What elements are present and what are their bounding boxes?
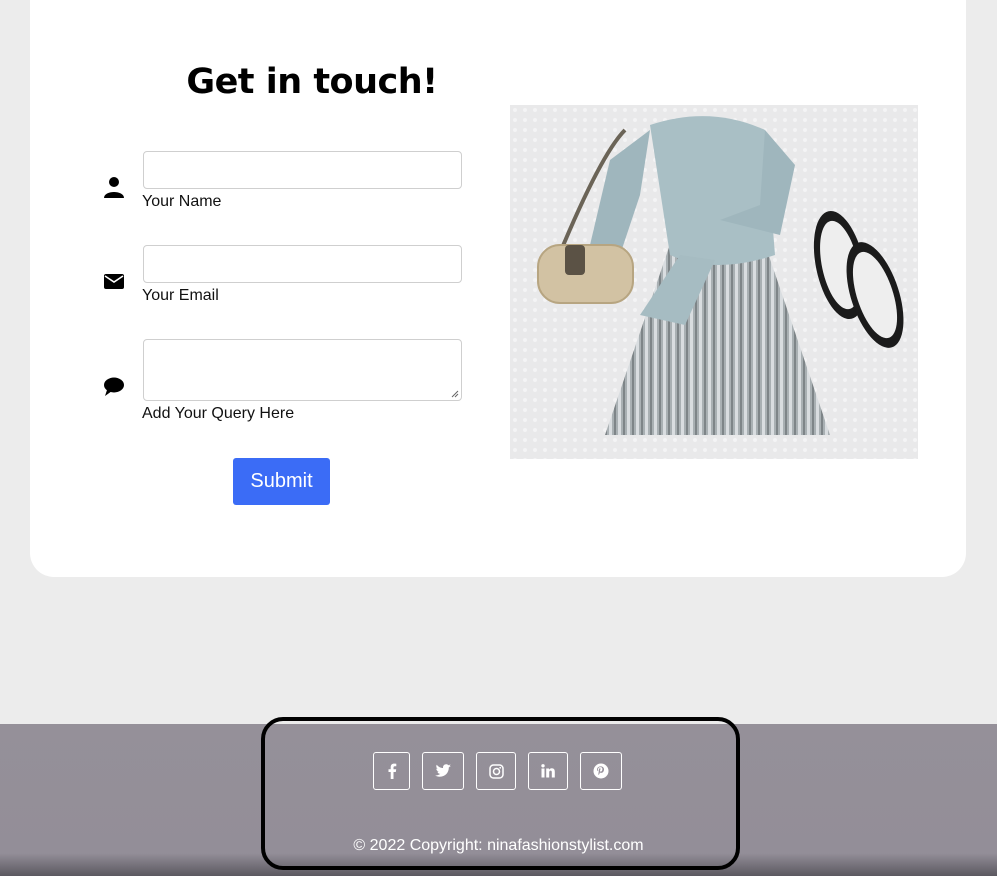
- query-textarea[interactable]: [143, 339, 462, 401]
- name-label: Your Name: [142, 193, 222, 210]
- person-icon: [103, 176, 125, 198]
- submit-button[interactable]: Submit: [233, 458, 330, 505]
- facebook-link[interactable]: [373, 752, 410, 790]
- contact-card: Get in touch! Your Name Your Email Add Y…: [30, 0, 966, 577]
- speech-bubble-icon: [103, 375, 125, 397]
- pinterest-link[interactable]: [580, 752, 622, 790]
- twitter-link[interactable]: [422, 752, 464, 790]
- resize-grip-icon[interactable]: [451, 390, 459, 398]
- query-label: Add Your Query Here: [142, 405, 295, 422]
- email-input[interactable]: [143, 245, 462, 283]
- page-title: Get in touch!: [186, 62, 438, 102]
- linkedin-link[interactable]: [528, 752, 568, 790]
- instagram-icon: [488, 763, 504, 779]
- envelope-icon: [103, 270, 125, 292]
- facebook-icon: [388, 763, 396, 779]
- instagram-link[interactable]: [476, 752, 516, 790]
- pinterest-icon: [593, 763, 609, 779]
- name-input[interactable]: [143, 151, 462, 189]
- linkedin-icon: [541, 764, 555, 778]
- outfit-photo: [510, 105, 918, 459]
- email-label: Your Email: [142, 287, 219, 304]
- copyright-text: © 2022 Copyright: ninafashionstylist.com: [353, 837, 644, 854]
- twitter-icon: [435, 764, 451, 777]
